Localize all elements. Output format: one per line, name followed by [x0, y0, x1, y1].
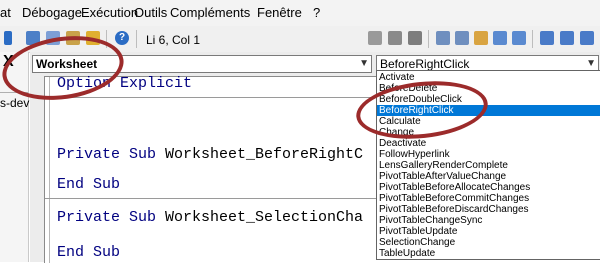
- margin-indicator-bar: [49, 77, 50, 263]
- code-line[interactable]: Private Sub Worksheet_SelectionCha: [57, 209, 363, 226]
- menu-tools[interactable]: Outils: [134, 5, 167, 20]
- dropdown-item[interactable]: Activate: [377, 72, 600, 83]
- dropdown-item[interactable]: FollowHyperlink: [377, 149, 600, 160]
- cursor-position: Li 6, Col 1: [146, 33, 201, 47]
- menu-addins[interactable]: Compléments: [170, 5, 250, 20]
- code-line[interactable]: Private Sub Worksheet_BeforeRightC: [57, 146, 363, 163]
- dropdown-item[interactable]: PivotTableChangeSync: [377, 215, 600, 226]
- dropdown-item[interactable]: LensGalleryRenderComplete: [377, 160, 600, 171]
- dropdown-item[interactable]: Deactivate: [377, 138, 600, 149]
- design-mode-icon[interactable]: [4, 31, 12, 45]
- dropdown-item[interactable]: PivotTableBeforeAllocateChanges: [377, 182, 600, 193]
- dropdown-item[interactable]: PivotTableBeforeDiscardChanges: [377, 204, 600, 215]
- list-properties-icon[interactable]: [368, 31, 382, 45]
- code-line[interactable]: End Sub: [57, 244, 120, 261]
- dropdown-item[interactable]: TableUpdate: [377, 248, 600, 259]
- procedure-combo-value: BeforeRightClick: [380, 57, 470, 71]
- toggle-breakpoint-icon[interactable]: [474, 31, 488, 45]
- dropdown-item[interactable]: PivotTableUpdate: [377, 226, 600, 237]
- list-constants-icon[interactable]: [388, 31, 402, 45]
- next-bookmark-icon[interactable]: [560, 31, 574, 45]
- quick-info-icon[interactable]: [408, 31, 422, 45]
- toolbar-separator: [532, 30, 533, 48]
- indent-icon[interactable]: [436, 31, 450, 45]
- outdent-icon[interactable]: [455, 31, 469, 45]
- menu-bar: at Débogage Exécution Outils Compléments…: [0, 0, 600, 26]
- menu-format[interactable]: at: [0, 5, 11, 20]
- help-icon[interactable]: ?: [115, 31, 129, 45]
- comment-block-icon[interactable]: [493, 31, 507, 45]
- chevron-down-icon[interactable]: ▼: [359, 56, 369, 72]
- project-item[interactable]: s-dev: [0, 96, 29, 110]
- uncomment-block-icon[interactable]: [512, 31, 526, 45]
- toolbar-separator: [428, 30, 429, 48]
- dropdown-item[interactable]: SelectionChange: [377, 237, 600, 248]
- code-line[interactable]: End Sub: [57, 176, 120, 193]
- menu-debug[interactable]: Débogage: [22, 5, 82, 20]
- bookmark-icon[interactable]: [540, 31, 554, 45]
- previous-bookmark-icon[interactable]: [580, 31, 594, 45]
- menu-help[interactable]: ?: [313, 5, 320, 20]
- menu-window[interactable]: Fenêtre: [257, 5, 302, 20]
- toolbar-separator: [136, 30, 137, 48]
- dropdown-item[interactable]: PivotTableBeforeCommitChanges: [377, 193, 600, 204]
- dropdown-item[interactable]: PivotTableAfterValueChange: [377, 171, 600, 182]
- menu-run[interactable]: Exécution: [81, 5, 138, 20]
